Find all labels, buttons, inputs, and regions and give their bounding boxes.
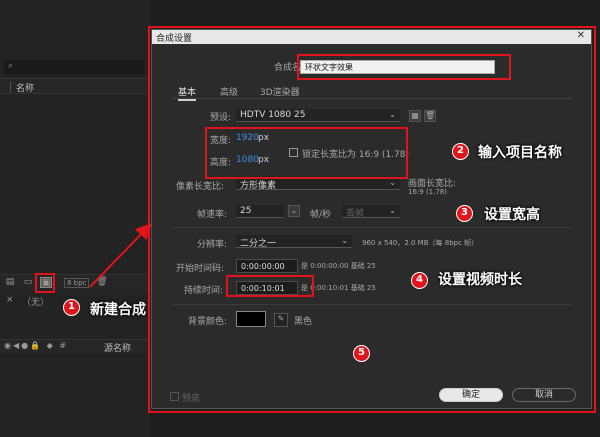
annotation-badge-2: 2 [452, 143, 469, 160]
annotation-label-2: 输入项目名称 [478, 145, 562, 161]
comp-name-highlight [297, 54, 511, 80]
annotation-badge-3: 3 [456, 205, 473, 222]
annotation-label-3: 设置宽高 [484, 207, 540, 223]
annotation-badge-4: 4 [411, 272, 428, 289]
arrow-1 [89, 223, 152, 288]
annotation-label-4: 设置视频时长 [438, 272, 522, 288]
duration-highlight [226, 275, 314, 297]
annotation-badge-5: 5 [353, 345, 370, 362]
size-highlight [205, 127, 408, 179]
